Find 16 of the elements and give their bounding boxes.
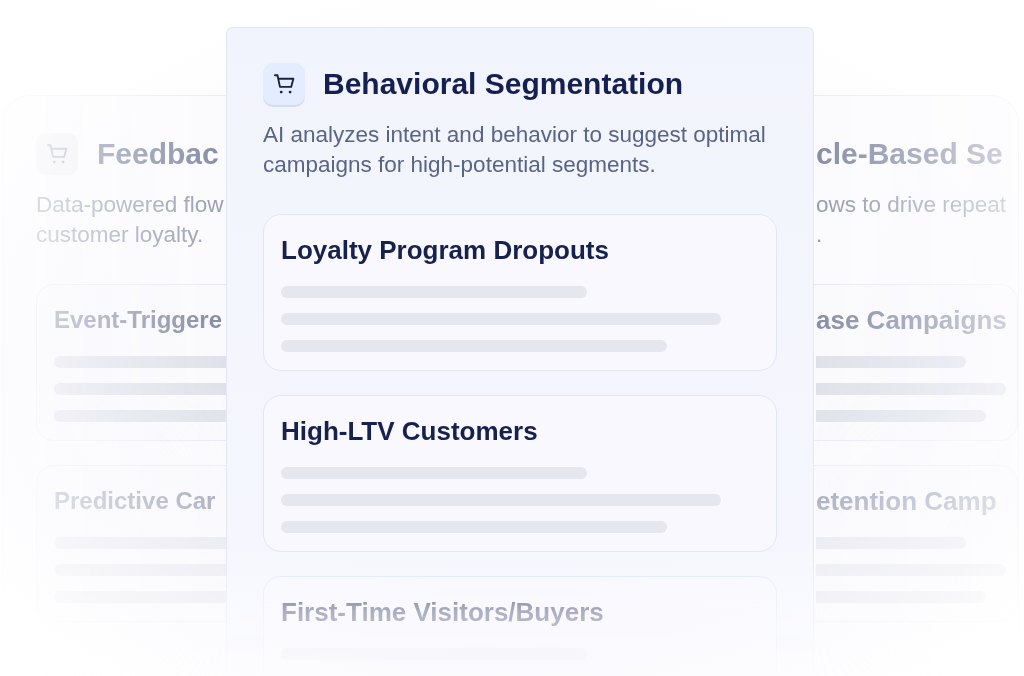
segment-title: First-Time Visitors/Buyers: [281, 597, 605, 627]
card-description: Data-powered flow: [36, 191, 225, 219]
card-description: customer loyalty.: [36, 221, 205, 249]
cart-icon: [263, 63, 305, 105]
segment-title: Predictive Car: [54, 486, 217, 516]
card-title: cle-Based Se: [816, 136, 1003, 172]
card-description: AI analyzes intent and behavior to suggest optimal campaigns for high-potential segments.: [263, 121, 767, 179]
card-description: ows to drive repeat: [816, 191, 1007, 219]
card-description: .: [816, 221, 823, 249]
segment-title: Event-Triggere: [54, 305, 224, 335]
segment-title: High-LTV Customers: [281, 416, 539, 446]
cart-icon: [36, 133, 78, 175]
segment-title: ase Campaigns: [816, 305, 1008, 335]
segment-title: Loyalty Program Dropouts: [281, 235, 610, 265]
card-title: Feedbac: [97, 136, 219, 172]
card-title: Behavioral Segmentation: [323, 66, 684, 102]
